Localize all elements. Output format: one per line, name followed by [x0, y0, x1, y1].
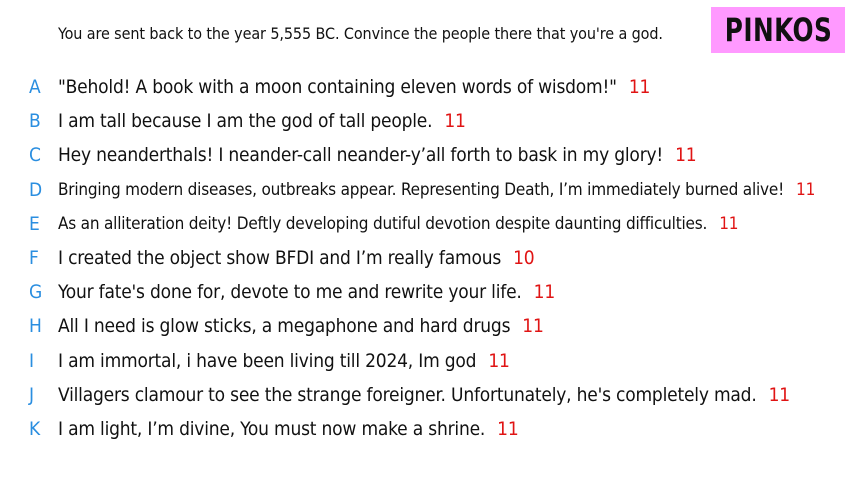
answer-text-body: All I need is glow sticks, a megaphone a…: [58, 315, 511, 338]
answer-letter: F: [29, 247, 39, 270]
answer-text-body: Villagers clamour to see the strange for…: [58, 383, 757, 406]
logo-text: PINKOS: [724, 11, 832, 49]
answer-score: 11: [628, 76, 651, 99]
answer-text: I created the object show BFDI and I’m r…: [58, 247, 535, 270]
answer-text-body: I am tall because I am the god of tall p…: [58, 110, 433, 133]
answer-score: 11: [768, 383, 791, 406]
answer-text: I am light, I’m divine, You must now mak…: [58, 418, 519, 440]
answer-letter: G: [29, 281, 43, 304]
answer-row-b: B I am tall because I am the god of tall…: [0, 104, 853, 138]
answer-text-body: Hey neanderthals! I neander-call neander…: [58, 144, 664, 167]
answer-text-body: As an alliteration deity! Deftly develop…: [58, 213, 708, 234]
logo-badge: PINKOS: [711, 7, 845, 53]
answer-text: "Behold! A book with a moon containing e…: [58, 76, 650, 98]
answer-list: A "Behold! A book with a moon containing…: [0, 70, 853, 446]
answer-text: As an alliteration deity! Deftly develop…: [58, 214, 738, 234]
answer-letter: E: [29, 212, 40, 235]
prompt-text: You are sent back to the year 5,555 BC. …: [58, 24, 663, 43]
answer-text-body: I created the object show BFDI and I’m r…: [58, 247, 502, 270]
answer-letter: D: [29, 178, 43, 201]
answer-letter: B: [29, 110, 41, 133]
answer-text-body: "Behold! A book with a moon containing e…: [58, 76, 617, 99]
answer-text-body: Your fate's done for, devote to me and r…: [58, 281, 522, 304]
answer-score: 11: [444, 110, 466, 133]
answer-letter: H: [29, 315, 42, 338]
answer-row-i: I I am immortal, i have been living till…: [0, 344, 853, 378]
answer-text: Bringing modern diseases, outbreaks appe…: [58, 180, 815, 200]
answer-letter: J: [29, 383, 35, 406]
answer-row-d: D Bringing modern diseases, outbreaks ap…: [0, 173, 853, 207]
answer-score: 10: [513, 247, 535, 270]
answer-row-c: C Hey neanderthals! I neander-call neand…: [0, 138, 853, 172]
answer-letter: A: [29, 76, 41, 99]
answer-row-k: K I am light, I’m divine, You must now m…: [0, 412, 853, 446]
answer-text: I am tall because I am the god of tall p…: [58, 110, 466, 132]
answer-row-e: E As an alliteration deity! Deftly devel…: [0, 207, 853, 241]
answer-row-g: G Your fate's done for, devote to me and…: [0, 275, 853, 309]
answer-score: 11: [533, 281, 556, 304]
answer-text-body: I am immortal, i have been living till 2…: [58, 349, 477, 372]
answer-row-j: J Villagers clamour to see the strange f…: [0, 378, 853, 412]
answer-score: 11: [719, 213, 739, 234]
answer-row-a: A "Behold! A book with a moon containing…: [0, 70, 853, 104]
answer-text: Hey neanderthals! I neander-call neander…: [58, 144, 697, 167]
answer-score: 11: [488, 349, 510, 372]
answer-text: Your fate's done for, devote to me and r…: [58, 281, 555, 303]
answer-text: All I need is glow sticks, a megaphone a…: [58, 315, 544, 337]
answer-score: 11: [796, 179, 816, 200]
answer-score: 11: [675, 144, 697, 167]
answer-text-body: I am light, I’m divine, You must now mak…: [58, 417, 486, 440]
answer-score: 11: [522, 315, 544, 338]
answer-letter: I: [29, 349, 35, 372]
answer-letter: K: [29, 417, 41, 440]
answer-text: Villagers clamour to see the strange for…: [58, 384, 790, 406]
answer-row-f: F I created the object show BFDI and I’m…: [0, 241, 853, 275]
answer-row-h: H All I need is glow sticks, a megaphone…: [0, 309, 853, 343]
answer-letter: C: [29, 144, 41, 167]
answer-score: 11: [497, 417, 519, 440]
answer-text: I am immortal, i have been living till 2…: [58, 350, 510, 372]
answer-text-body: Bringing modern diseases, outbreaks appe…: [58, 179, 785, 200]
